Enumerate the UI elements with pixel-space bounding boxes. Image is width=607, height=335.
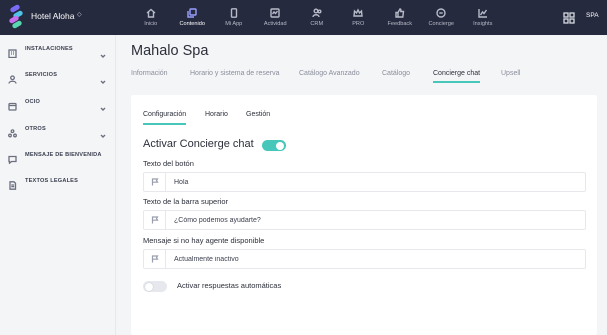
- nav-label: Inicio: [144, 21, 158, 27]
- flag-icon[interactable]: [144, 250, 166, 268]
- sidebar-item-mensaje-bienvenida[interactable]: MENSAJE DE BIENVENIDA: [0, 145, 116, 165]
- users-icon: [312, 8, 322, 18]
- top-bar-text-field[interactable]: [143, 210, 586, 230]
- nav-concierge[interactable]: Concierge: [421, 0, 463, 35]
- button-text-field[interactable]: [143, 172, 586, 192]
- content-icon: [187, 8, 197, 18]
- flag-icon[interactable]: [144, 211, 166, 229]
- no-agent-message-field[interactable]: [143, 249, 586, 269]
- message-icon: [8, 151, 17, 165]
- no-agent-message-input[interactable]: [174, 250, 574, 268]
- sidebar-item-label: OCIO: [25, 99, 41, 105]
- nav-label: Actividad: [263, 21, 287, 27]
- nav-label: Concierge: [428, 21, 455, 27]
- tab-upsell[interactable]: Upsell: [501, 70, 520, 82]
- nav-label: CRM: [310, 21, 324, 27]
- toggle-knob: [145, 282, 153, 291]
- tab-concierge-chat[interactable]: Concierge chat: [433, 70, 481, 83]
- button-text-label: Texto del botón: [143, 159, 194, 168]
- concierge-settings-card: Configuración Horario Gestión Activar Co…: [131, 95, 597, 335]
- document-icon: [8, 177, 17, 190]
- chevron-down-icon[interactable]: [100, 126, 106, 138]
- chevron-down-icon[interactable]: [100, 46, 106, 58]
- chevron-down-icon[interactable]: [100, 99, 106, 111]
- nav-label: Mi App: [225, 21, 243, 27]
- subtab-gestion[interactable]: Gestión: [246, 111, 270, 118]
- phone-icon: [230, 8, 237, 18]
- tab-catalogo[interactable]: Catálogo: [382, 70, 410, 82]
- nav-insights[interactable]: Insights: [462, 0, 504, 35]
- nav-crm[interactable]: CRM: [296, 0, 338, 35]
- flag-icon[interactable]: [144, 173, 166, 191]
- top-bar-text-label: Texto de la barra superior: [143, 197, 229, 206]
- auto-reply-toggle[interactable]: [143, 281, 167, 292]
- chevron-down-icon[interactable]: [100, 72, 106, 84]
- activate-concierge-label: Activar Concierge chat: [143, 138, 254, 150]
- sidebar-item-label: OTROS: [25, 126, 46, 132]
- tab-informacion[interactable]: Información: [131, 70, 168, 82]
- subtab-configuracion[interactable]: Configuración: [143, 111, 187, 125]
- top-navigation-bar: Hotel Aloha ◇ Inicio Contenido Mi App Ac…: [0, 0, 607, 35]
- thumbs-up-icon: [395, 8, 405, 18]
- page-title: Mahalo Spa: [131, 43, 209, 59]
- nav-label: Feedback: [387, 21, 413, 27]
- building-icon: [8, 45, 17, 58]
- nav-inicio[interactable]: Inicio: [130, 0, 172, 35]
- tab-horario-reserva[interactable]: Horario y sistema de reserva: [190, 70, 279, 82]
- home-icon: [146, 8, 156, 18]
- language-selector[interactable]: SPA: [586, 12, 599, 19]
- ticket-icon: [8, 98, 17, 111]
- crown-icon: [353, 8, 364, 17]
- sidebar-item-textos-legales[interactable]: TEXTOS LEGALES: [0, 171, 116, 191]
- nav-label: Insights: [473, 21, 493, 27]
- hotel-name[interactable]: Hotel Aloha: [31, 11, 74, 21]
- sidebar-item-label: TEXTOS LEGALES: [25, 178, 79, 184]
- nav-contenido[interactable]: Contenido: [172, 0, 214, 35]
- person-icon: [8, 71, 17, 84]
- nav-label: Contenido: [179, 21, 205, 27]
- settings-icon[interactable]: [563, 11, 575, 24]
- sidebar-item-servicios[interactable]: SERVICIOS: [0, 65, 116, 85]
- toggle-knob: [276, 141, 284, 150]
- top-bar-text-input[interactable]: [174, 211, 574, 229]
- sidebar-item-ocio[interactable]: OCIO: [0, 92, 116, 112]
- activate-concierge-toggle[interactable]: [262, 140, 286, 151]
- sidebar-item-label: SERVICIOS: [25, 72, 58, 78]
- button-text-input[interactable]: [174, 173, 574, 191]
- app-logo[interactable]: [8, 3, 24, 30]
- sidebar-item-label: INSTALACIONES: [25, 46, 73, 52]
- nav-mi-app[interactable]: Mi App: [213, 0, 255, 35]
- tab-catalogo-avanzado[interactable]: Catálogo Avanzado: [299, 70, 360, 82]
- dots-icon: [8, 125, 17, 137]
- subtab-horario[interactable]: Horario: [205, 111, 228, 118]
- chat-icon: [436, 8, 446, 18]
- sidebar: INSTALACIONES SERVICIOS OCIO OTROS MENSA…: [0, 35, 116, 335]
- sidebar-item-label: MENSAJE DE BIENVENIDA: [25, 152, 102, 158]
- nav-label: PRO: [352, 21, 365, 27]
- sidebar-item-otros[interactable]: OTROS: [0, 119, 116, 139]
- activity-icon: [270, 8, 280, 18]
- auto-reply-label: Activar respuestas automáticas: [177, 281, 282, 290]
- main-nav: Inicio Contenido Mi App Actividad CRM PR…: [130, 0, 504, 35]
- sidebar-item-instalaciones[interactable]: INSTALACIONES: [0, 39, 116, 59]
- no-agent-message-label: Mensaje si no hay agente disponible: [143, 236, 265, 245]
- nav-pro[interactable]: PRO: [338, 0, 380, 35]
- hotel-selector-icon[interactable]: ◇: [77, 11, 82, 18]
- chart-icon: [478, 9, 487, 18]
- nav-actividad[interactable]: Actividad: [255, 0, 297, 35]
- nav-feedback[interactable]: Feedback: [379, 0, 421, 35]
